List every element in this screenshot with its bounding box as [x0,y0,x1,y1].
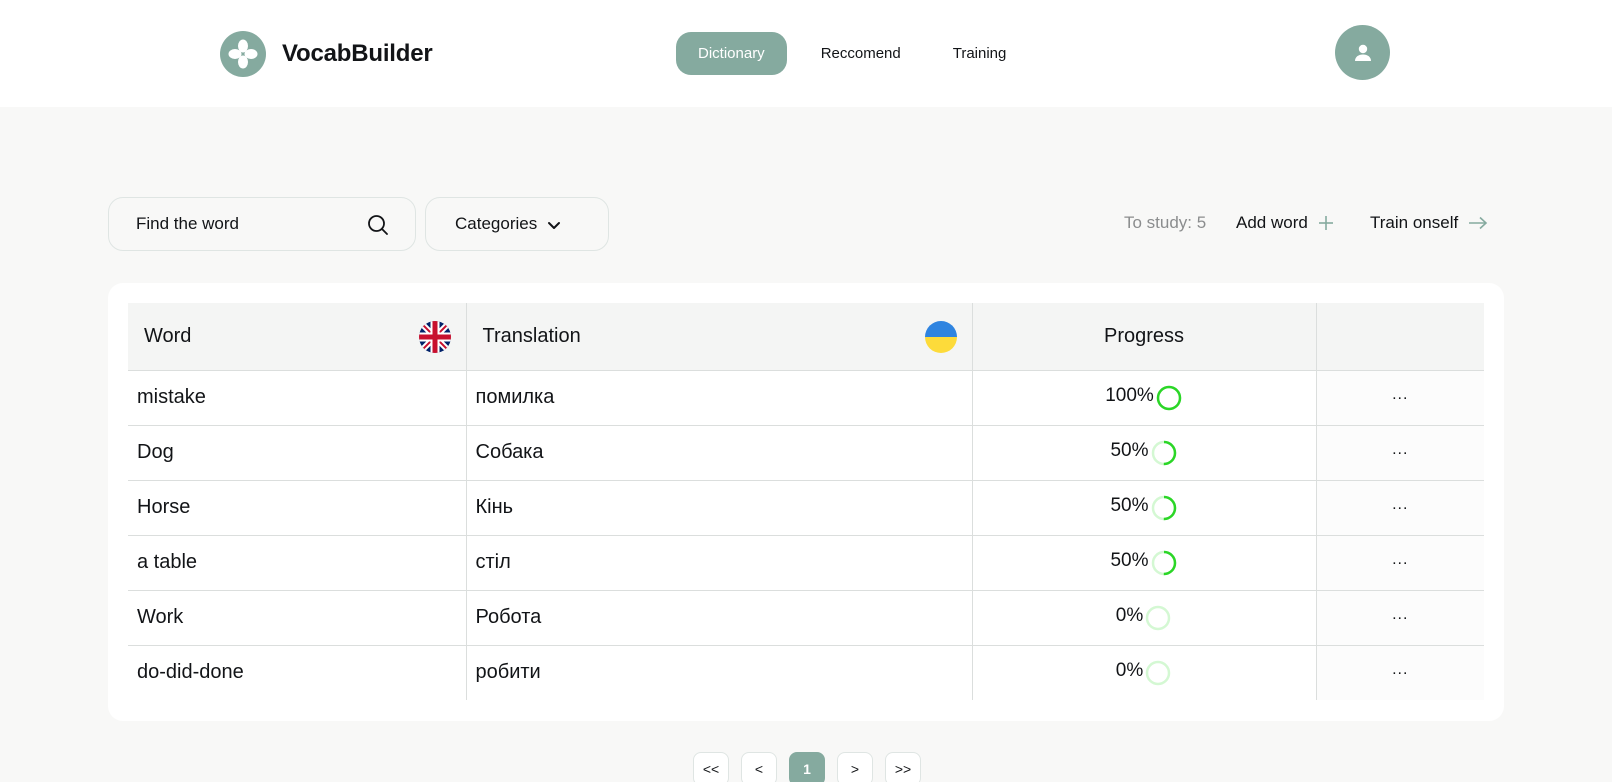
page-prev-button[interactable]: < [741,752,777,782]
nav-reccomend[interactable]: Reccomend [799,32,923,75]
progress-value: 0% [1115,604,1144,626]
dictionary-table: Word Translation Progress mistake помилк… [128,303,1484,700]
chevron-down-icon [548,221,561,229]
page-next-button[interactable]: > [837,752,873,782]
word-cell: a table [128,534,467,590]
to-study-count: To study: 5 [1124,213,1207,232]
header-word: Word [128,303,467,370]
table-row: Work Робота 0%... [128,589,1484,645]
user-icon [1354,44,1371,61]
word-cell: Dog [128,424,467,480]
add-word-label: Add word [1236,213,1308,232]
header-progress: Progress [972,303,1317,370]
progress-ring-icon [1151,440,1176,465]
progress-ring-icon [1156,385,1182,410]
categories-label: Categories [455,214,538,233]
search-icon[interactable] [367,214,389,236]
more-icon: ... [1392,661,1409,679]
logo-icon [220,31,266,77]
progress-cell: 0% [972,644,1317,700]
translation-cell: Собака [466,424,973,480]
train-label: Train onself [1370,213,1459,232]
categories-select[interactable]: Categories [425,197,609,251]
uk-flag-icon [418,321,451,353]
progress-value: 50% [1110,439,1149,461]
translation-cell: Робота [466,589,973,645]
translation-cell: Кінь [466,479,973,535]
table-row: mistake помилка 100%... [128,369,1484,425]
main-nav: Dictionary Reccomend Training [676,32,1028,75]
plus-icon [1318,216,1333,230]
search-input[interactable]: Find the word [108,197,416,251]
more-icon: ... [1392,551,1409,568]
progress-ring-icon [1145,660,1171,685]
nav-training[interactable]: Training [931,32,1029,75]
table-row: Dog Собака 50%... [128,424,1484,480]
progress-value: 50% [1110,494,1149,516]
header-actions [1316,303,1484,370]
add-word-button[interactable]: Add word [1236,213,1334,233]
header-translation-label: Translation [482,324,581,347]
logo[interactable]: VocabBuilder [220,31,433,77]
row-actions-button[interactable]: ... [1316,369,1484,425]
more-icon: ... [1392,441,1409,458]
more-icon: ... [1392,386,1409,403]
word-cell: Work [128,589,467,645]
progress-value: 0% [1115,659,1144,681]
search-placeholder: Find the word [136,214,239,233]
row-actions-button[interactable]: ... [1316,424,1484,480]
row-actions-button[interactable]: ... [1316,644,1484,700]
progress-cell: 0% [972,589,1317,645]
table-header-row: Word Translation Progress [128,303,1484,370]
user-avatar-button[interactable] [1335,25,1390,80]
word-cell: mistake [128,369,467,425]
page-last-button[interactable]: >> [885,752,921,782]
more-icon: ... [1392,606,1409,623]
train-button[interactable]: Train onself [1370,213,1488,233]
header-translation: Translation [466,303,973,370]
page-first-button[interactable]: << [693,752,729,782]
translation-cell: стіл [466,534,973,590]
progress-cell: 50% [972,534,1317,590]
progress-ring-icon [1151,495,1176,520]
table-row: a table стіл 50%... [128,534,1484,590]
word-cell: Horse [128,479,467,535]
word-cell: do-did-done [128,644,467,700]
table-row: do-did-done робити 0%... [128,644,1484,700]
row-actions-button[interactable]: ... [1316,534,1484,590]
progress-ring-icon [1145,605,1171,630]
row-actions-button[interactable]: ... [1316,479,1484,535]
more-icon: ... [1392,496,1409,513]
progress-ring-icon [1151,550,1176,575]
header-word-label: Word [144,324,192,347]
ua-flag-icon [924,321,957,353]
nav-dictionary[interactable]: Dictionary [676,32,787,75]
translation-cell: помилка [466,369,973,425]
page-current-button[interactable]: 1 [789,752,825,782]
progress-cell: 50% [972,479,1317,535]
header: VocabBuilder Dictionary Reccomend Traini… [0,0,1612,107]
arrow-right-icon [1469,216,1488,230]
progress-value: 100% [1105,384,1154,406]
app-name: VocabBuilder [282,40,433,67]
progress-cell: 50% [972,424,1317,480]
dictionary-table-card: Word Translation Progress mistake помилк… [108,283,1504,721]
progress-value: 50% [1110,549,1149,571]
pagination: << < 1 > >> [693,752,921,782]
row-actions-button[interactable]: ... [1316,589,1484,645]
table-row: Horse Кінь 50%... [128,479,1484,535]
translation-cell: робити [466,644,973,700]
progress-cell: 100% [972,369,1317,425]
